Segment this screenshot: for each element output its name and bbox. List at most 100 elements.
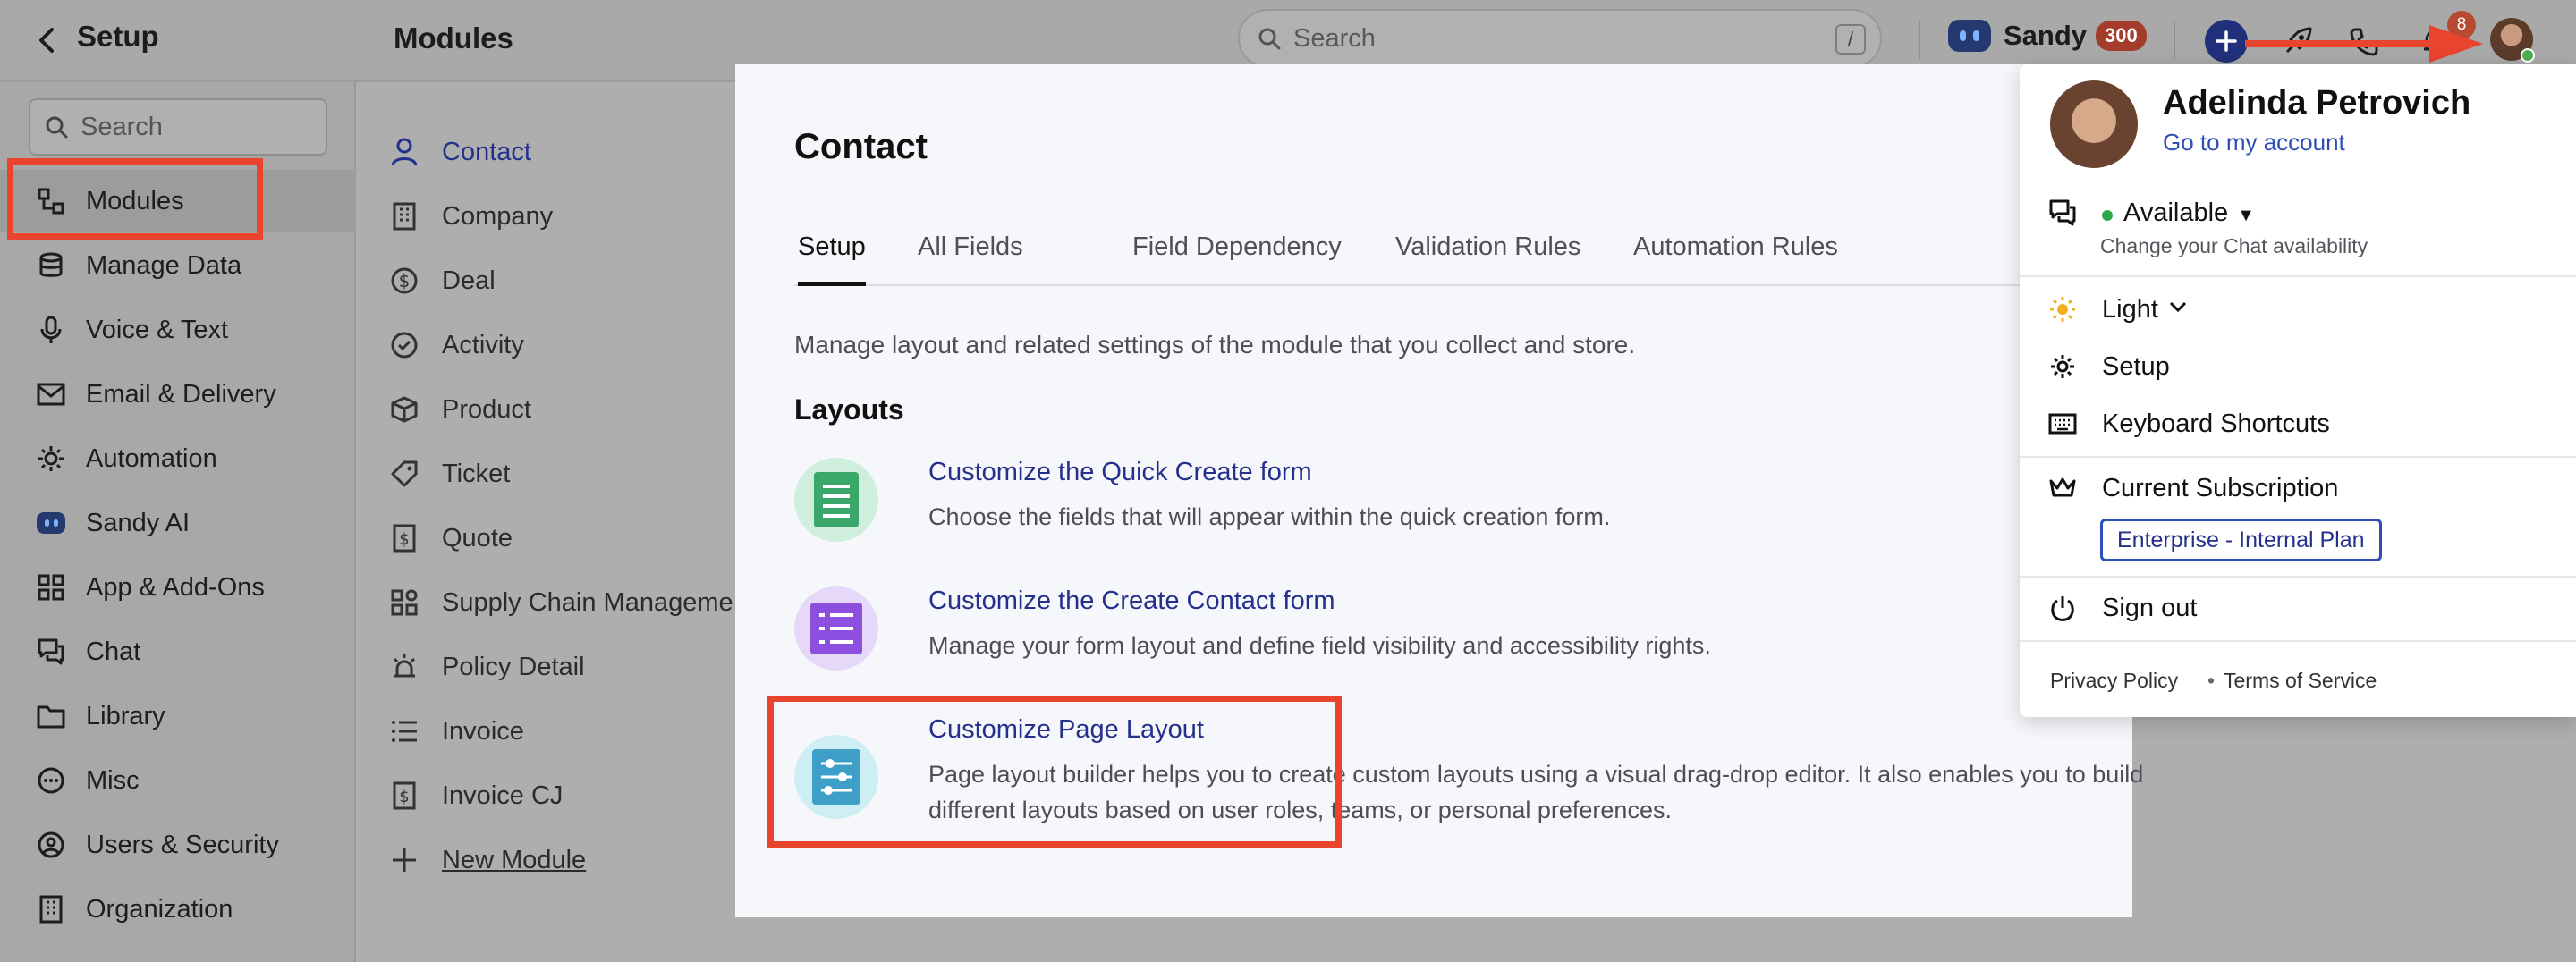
check-circle-icon	[388, 329, 420, 361]
red-arrow-annotation	[2245, 25, 2483, 63]
module-item-label: Invoice	[442, 716, 524, 746]
divider	[2020, 576, 2576, 578]
chat-icon	[36, 637, 66, 667]
module-item-company[interactable]: Company	[388, 190, 553, 243]
building-icon	[36, 894, 66, 924]
theme-selector[interactable]: Light	[2046, 293, 2547, 325]
power-icon	[2046, 592, 2079, 624]
form-list-icon	[794, 586, 878, 671]
tab-automation-rules[interactable]: Automation Rules	[1633, 232, 1838, 286]
layout-description: Choose the fields that will appear withi…	[928, 503, 1611, 530]
tab-field-dependency[interactable]: Field Dependency	[1132, 232, 1342, 286]
module-item-invoice-cj[interactable]: $ Invoice CJ	[388, 769, 563, 823]
subscription-label: Current Subscription	[2102, 473, 2339, 502]
module-item-deal[interactable]: $ Deal	[388, 254, 496, 308]
layout-link-title[interactable]: Customize the Quick Create form	[928, 458, 1312, 487]
module-item-label: Company	[442, 201, 554, 231]
layout-link-title[interactable]: Customize the Create Contact form	[928, 586, 1335, 616]
sidebar-item-label: Manage Data	[86, 250, 242, 280]
sidebar-item-sandy-ai[interactable]: Sandy AI	[0, 492, 356, 554]
svg-text:$: $	[399, 270, 411, 291]
module-item-label: Supply Chain Manageme...	[442, 587, 755, 617]
list-icon	[388, 715, 420, 747]
module-item-supply-chain[interactable]: Supply Chain Manageme...	[388, 576, 755, 629]
sidebar-item-app-addons[interactable]: App & Add-Ons	[0, 556, 356, 619]
page-layout-highlight-annotation	[767, 696, 1342, 848]
tab-setup[interactable]: Setup	[798, 232, 866, 286]
global-search-input[interactable]: Search /	[1238, 9, 1882, 68]
theme-label: Light	[2102, 294, 2158, 324]
sidebar-item-label: App & Add-Ons	[86, 572, 265, 602]
svg-text:$: $	[399, 788, 409, 806]
sidebar-item-library[interactable]: Library	[0, 685, 356, 747]
sandy-name: Sandy	[2004, 20, 2088, 51]
module-item-label: Invoice CJ	[442, 781, 564, 810]
sidebar-item-automation[interactable]: Automation	[0, 427, 356, 490]
automation-icon	[36, 443, 66, 474]
form-icon	[794, 458, 878, 542]
current-subscription-item: Current Subscription	[2046, 472, 2547, 504]
tab-validation-rules[interactable]: Validation Rules	[1395, 232, 1580, 286]
chevron-down-icon	[2169, 301, 2187, 318]
privacy-policy-link[interactable]: Privacy Policy	[2050, 669, 2178, 693]
back-chevron-icon[interactable]	[25, 18, 70, 63]
user-avatar-button[interactable]	[2490, 18, 2535, 63]
quick-add-button[interactable]	[2205, 20, 2248, 63]
profile-name: Adelinda Petrovich	[2163, 84, 2471, 122]
envelope-icon	[36, 379, 66, 409]
modules-highlight-annotation	[7, 158, 263, 240]
keyboard-shortcuts-label: Keyboard Shortcuts	[2102, 409, 2330, 438]
module-item-ticket[interactable]: Ticket	[388, 447, 510, 501]
dollar-circle-icon: $	[388, 265, 420, 297]
page-title: Contact	[794, 127, 928, 166]
sign-out-menu-item[interactable]: Sign out	[2046, 592, 2547, 624]
widgets-icon	[388, 586, 420, 619]
setup-menu-item[interactable]: Setup	[2046, 350, 2547, 383]
search-icon	[1258, 28, 1281, 50]
new-module-label: New Module	[442, 845, 587, 874]
divider	[1919, 21, 1920, 59]
profile-dropdown: Adelinda Petrovich Go to my account Avai…	[2020, 64, 2576, 717]
crown-icon	[2046, 472, 2079, 504]
terms-of-service-link[interactable]: Terms of Service	[2224, 669, 2377, 693]
module-item-product[interactable]: Product	[388, 383, 531, 436]
box-icon	[388, 393, 420, 426]
sidebar-item-manage-data[interactable]: Manage Data	[0, 234, 356, 297]
sandy-ai-icon	[1948, 20, 1991, 52]
apps-grid-icon	[36, 572, 66, 603]
layout-description: Manage your form layout and define field…	[928, 632, 1711, 659]
sandy-assistant-button[interactable]: Sandy 300	[1948, 20, 2147, 52]
module-item-label: Contact	[442, 137, 531, 166]
plan-badge[interactable]: Enterprise - Internal Plan	[2100, 519, 2382, 561]
sidebar-item-label: Misc	[86, 765, 140, 795]
availability-subtext: Change your Chat availability	[2100, 234, 2368, 257]
tab-all-fields[interactable]: All Fields	[918, 232, 1023, 286]
sidebar-item-users-security[interactable]: Users & Security	[0, 814, 356, 876]
sidebar-search-input[interactable]: Search	[29, 98, 327, 156]
sidebar-item-misc[interactable]: Misc	[0, 749, 356, 812]
sun-icon	[2046, 293, 2079, 325]
sidebar-item-organization[interactable]: Organization	[0, 878, 356, 941]
module-item-quote[interactable]: $ Quote	[388, 511, 513, 565]
setup-title: Setup	[77, 20, 159, 53]
setup-label: Setup	[2102, 351, 2170, 381]
sidebar-search-placeholder: Search	[80, 112, 163, 141]
module-item-label: Deal	[442, 266, 496, 295]
sidebar-item-chat[interactable]: Chat	[0, 620, 356, 683]
modules-title: Modules	[394, 21, 513, 55]
sidebar-item-voice-text[interactable]: Voice & Text	[0, 299, 356, 361]
module-item-activity[interactable]: Activity	[388, 318, 524, 372]
keyboard-shortcuts-menu-item[interactable]: Keyboard Shortcuts	[2046, 408, 2547, 440]
go-to-account-link[interactable]: Go to my account	[2163, 129, 2345, 156]
svg-text:$: $	[399, 530, 409, 549]
module-item-invoice[interactable]: Invoice	[388, 705, 524, 758]
availability-selector[interactable]: Available ▼	[2046, 197, 2547, 229]
sidebar-item-label: Organization	[86, 894, 233, 924]
module-item-policy-detail[interactable]: Policy Detail	[388, 640, 585, 694]
new-module-link[interactable]: New Module	[388, 833, 586, 887]
module-item-contact[interactable]: Contact	[388, 125, 531, 179]
gear-icon	[2046, 350, 2079, 383]
profile-avatar	[2050, 80, 2138, 168]
sidebar-item-email-delivery[interactable]: Email & Delivery	[0, 363, 356, 426]
caret-down-icon: ▼	[2237, 205, 2255, 225]
